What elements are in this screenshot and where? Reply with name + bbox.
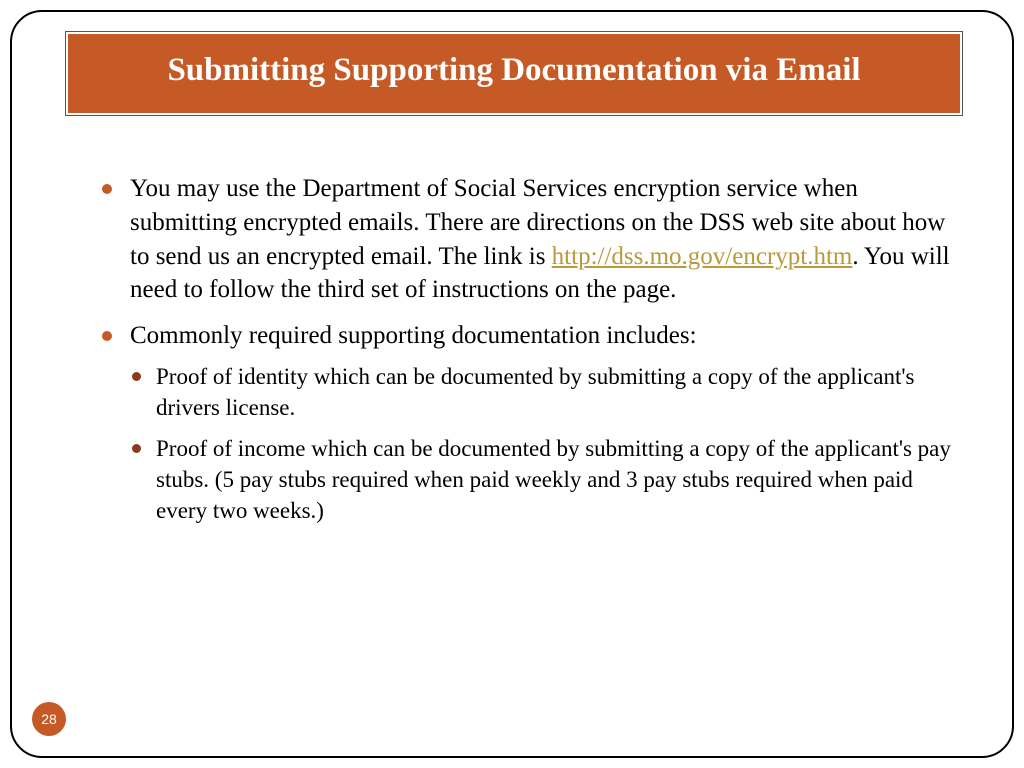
bullet-item-1: You may use the Department of Social Ser… — [102, 172, 962, 307]
bullet-2-text: Commonly required supporting documentati… — [130, 322, 697, 349]
bullet-list: You may use the Department of Social Ser… — [102, 172, 962, 526]
slide-title: Submitting Supporting Documentation via … — [66, 32, 962, 115]
slide-frame: Submitting Supporting Documentation via … — [10, 10, 1014, 758]
page-number-badge: 28 — [32, 702, 66, 736]
bullet-item-2: Commonly required supporting documentati… — [102, 319, 962, 526]
sub-bullet-2: Proof of income which can be documented … — [130, 433, 962, 526]
sub-bullet-list: Proof of identity which can be documente… — [130, 361, 962, 526]
encryption-link[interactable]: http://dss.mo.gov/encrypt.htm — [552, 243, 853, 270]
sub-bullet-1: Proof of identity which can be documente… — [130, 361, 962, 423]
slide-body: You may use the Department of Social Ser… — [102, 172, 962, 538]
